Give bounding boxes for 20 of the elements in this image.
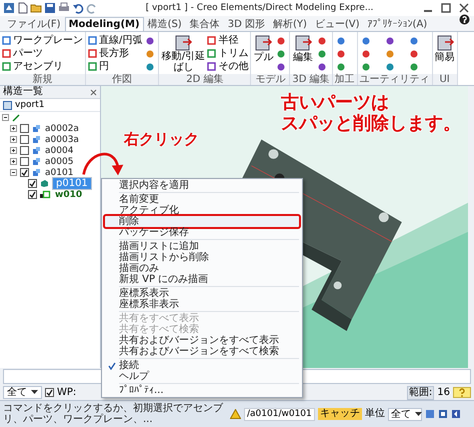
unit-label: 単位 (364, 408, 385, 420)
group-label: 3D 編集 (290, 74, 332, 85)
range-label: 範囲: (406, 386, 434, 400)
path-field: /a0101/w0101 (244, 408, 315, 420)
group-label: 作図 (86, 74, 158, 85)
range-value: 16 (437, 386, 450, 398)
status-message: コマンドをクリックするか、初期選択でアセンブリ、パーツ、ワークプレーン、... (3, 403, 224, 425)
group-label: 加工 (332, 74, 357, 85)
window-title: [ vport1 ] - Creo Elements/Direct Modeling Expre... (144, 3, 374, 13)
group-label: ユーティリティ (358, 74, 432, 85)
annotation-text: 右クリック (124, 130, 199, 149)
group-label: UI (432, 74, 457, 85)
viewport-label: vport1 (15, 99, 45, 111)
wp-label: WP: (57, 386, 76, 398)
panel-title: 構造一覧 (3, 86, 43, 98)
group-label: 2D 編集 (159, 74, 250, 85)
catch-badge: キャッチ (318, 408, 362, 420)
annotation-text: 古いパーツは スパッと削除します。 (281, 92, 461, 134)
group-label: 新規 (0, 74, 85, 85)
group-label: モデル (251, 74, 290, 85)
